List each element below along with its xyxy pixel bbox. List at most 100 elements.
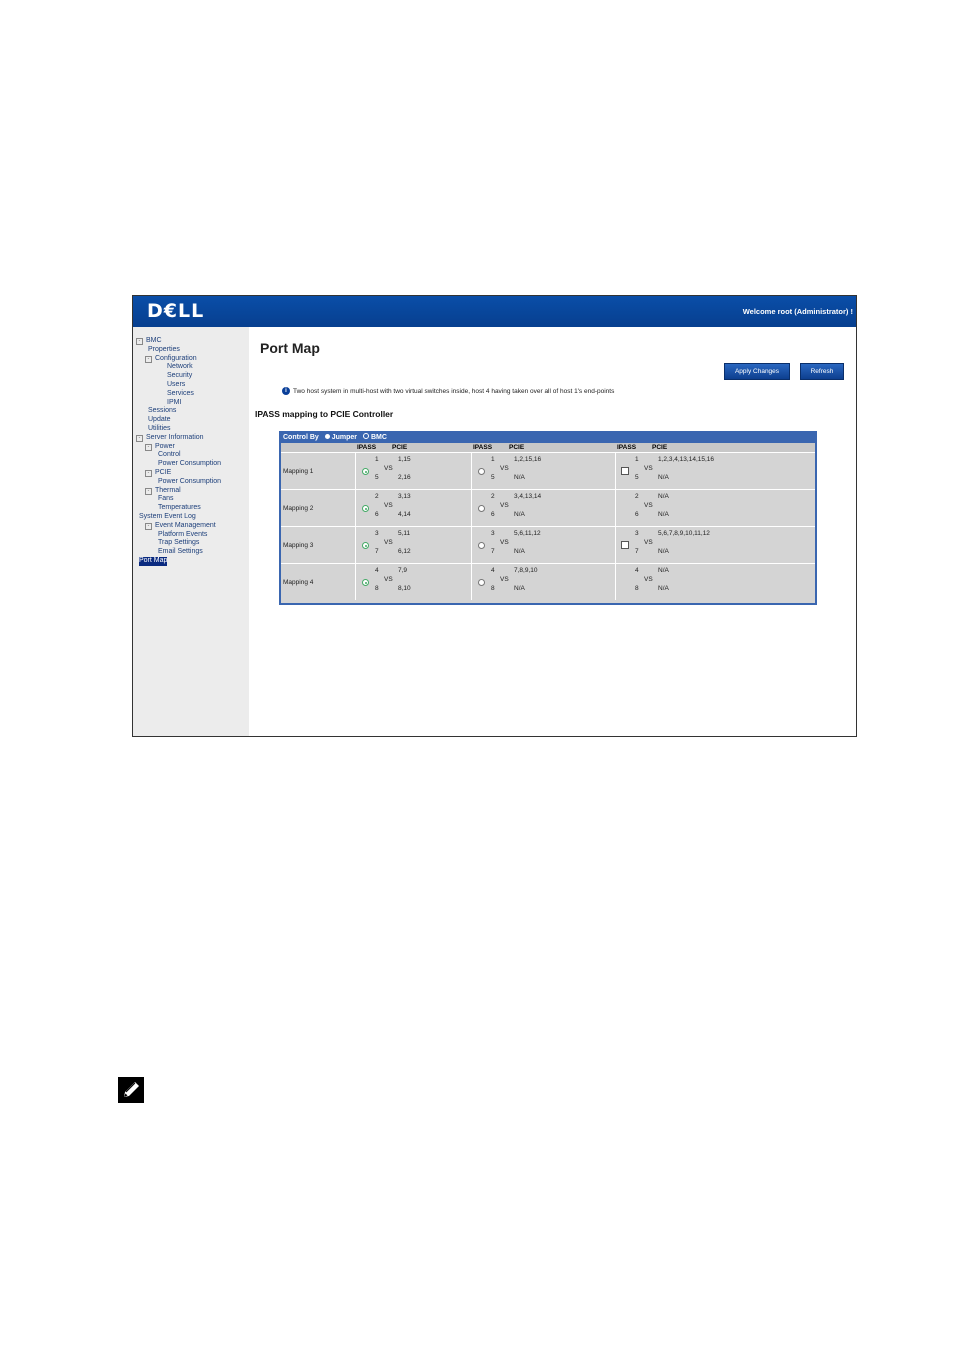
control-by-bar: Control By Jumper BMC — [281, 433, 815, 443]
control-by-label: Control By — [283, 434, 319, 441]
sidebar: - BMC Properties - Configuration Network Secur… — [133, 327, 249, 736]
ipass-value: 1 — [491, 456, 495, 463]
apply-changes-button[interactable]: Apply Changes — [724, 363, 790, 380]
tree-collapse-icon[interactable]: - — [136, 434, 143, 442]
tree-collapse-icon[interactable]: - — [145, 355, 152, 363]
mapping-radio[interactable] — [362, 579, 369, 586]
sidebar-item-label: System Event Log — [139, 512, 196, 520]
tree-collapse-icon[interactable]: - — [145, 522, 152, 530]
mapping-cell: 2 3,4,13,14 VS 6 N/A — [471, 490, 588, 526]
refresh-button[interactable]: Refresh — [800, 363, 844, 380]
mapping-cell: 2 N/A VS 6 N/A — [615, 490, 816, 526]
info-text: Two host system in multi-host with two v… — [293, 387, 615, 395]
pencil-note-icon — [118, 1077, 144, 1103]
ipass-value: 7 — [491, 548, 495, 555]
pcie-value: N/A — [514, 511, 525, 518]
tree-collapse-icon[interactable]: - — [145, 469, 152, 477]
sidebar-item-label: Server Information — [146, 433, 204, 441]
ipass-value: 3 — [375, 530, 379, 537]
sidebar-item-label: Users — [167, 380, 186, 388]
pcie-value: N/A — [514, 474, 525, 481]
mapping-radio[interactable] — [478, 579, 485, 586]
mapping-cell: 1 1,15 VS 5 2,16 — [355, 453, 472, 489]
mapping-label: Mapping 3 — [283, 542, 314, 549]
vs-label: VS — [500, 502, 509, 509]
sidebar-item-label: BMC — [146, 337, 162, 344]
mapping-checkbox[interactable] — [621, 541, 629, 549]
sidebar-item-label: PCIE — [155, 468, 172, 476]
jumper-label: Jumper — [331, 434, 358, 441]
col-pcie-1: PCIE — [392, 444, 408, 451]
mapping-cell: 3 5,6,7,8,9,10,11,12 VS 7 N/A — [615, 527, 816, 563]
ipass-value: 3 — [491, 530, 495, 537]
mapping-cell: 3 5,11 VS 7 6,12 — [355, 527, 472, 563]
pcie-value: N/A — [658, 493, 669, 500]
tree-collapse-icon[interactable]: - — [136, 338, 143, 345]
mapping-cell: 1 1,2,15,16 VS 5 N/A — [471, 453, 588, 489]
pcie-value: 7,9 — [398, 567, 408, 574]
sidebar-item-label: Network — [167, 363, 193, 371]
tree-collapse-icon[interactable]: - — [145, 443, 152, 451]
pcie-value: 2,16 — [398, 474, 411, 481]
pcie-value: N/A — [658, 511, 669, 518]
dell-logo: D€LL — [147, 300, 205, 322]
pcie-value: 1,2,15,16 — [514, 456, 542, 463]
pcie-value: 4,14 — [398, 511, 411, 518]
sidebar-item-label: Configuration — [155, 354, 197, 362]
vs-label: VS — [384, 502, 393, 509]
ipass-value: 4 — [635, 567, 639, 574]
pcie-value: N/A — [658, 585, 669, 592]
pcie-value: N/A — [514, 548, 525, 555]
vs-label: VS — [644, 502, 653, 509]
bmc-label: BMC — [370, 434, 387, 441]
mapping-label: Mapping 1 — [283, 468, 314, 475]
table-row: Mapping 4 4 7,9 VS 8 8,10 4 7,8,9,10 VS 8 N/A 4 N/A V… — [281, 563, 815, 601]
ipass-value: 6 — [635, 511, 639, 518]
pcie-value: N/A — [658, 548, 669, 555]
vs-label: VS — [500, 465, 509, 472]
mapping-radio[interactable] — [362, 468, 369, 475]
mapping-radio[interactable] — [478, 468, 485, 475]
sidebar-item-label: Power Consumption — [158, 460, 222, 468]
sidebar-item-label: Trap Settings — [158, 539, 200, 547]
info-message: i Two host system in multi-host with two… — [282, 387, 614, 395]
sidebar-item-label: Properties — [148, 345, 180, 353]
mapping-radio[interactable] — [478, 505, 485, 512]
ipass-value: 7 — [635, 548, 639, 555]
pcie-value: 1,15 — [398, 456, 411, 463]
table-row: Mapping 3 3 5,11 VS 7 6,12 3 5,6,11,12 VS 7 N/A 3 5,… — [281, 526, 815, 564]
ipass-value: 8 — [491, 585, 495, 592]
pcie-value: N/A — [658, 474, 669, 481]
col-pcie-3: PCIE — [652, 444, 668, 451]
vs-label: VS — [500, 576, 509, 583]
col-ipass-1: IPASS — [357, 444, 377, 451]
mapping-radio[interactable] — [478, 542, 485, 549]
page-title: Port Map — [260, 340, 320, 356]
mapping-radio[interactable] — [362, 542, 369, 549]
mapping-radio[interactable] — [362, 505, 369, 512]
mapping-cell: 3 5,6,11,12 VS 7 N/A — [471, 527, 588, 563]
vs-label: VS — [644, 576, 653, 583]
header-banner: D€LL Welcome root (Administrator) ! — [133, 296, 856, 327]
pcie-value: 8,10 — [398, 585, 411, 592]
mapping-checkbox[interactable] — [621, 467, 629, 475]
sidebar-item-label: Email Settings — [158, 548, 203, 556]
pcie-value: 7,8,9,10 — [514, 567, 538, 574]
pcie-value: 5,6,11,12 — [514, 530, 541, 537]
sidebar-item-label: Power — [155, 442, 175, 450]
tree-collapse-icon[interactable]: - — [145, 487, 152, 495]
ipass-value: 7 — [375, 548, 379, 555]
sidebar-item-label: Services — [167, 389, 194, 397]
mapping-cell: 4 7,8,9,10 VS 8 N/A — [471, 564, 588, 600]
pcie-value: N/A — [514, 585, 525, 592]
sidebar-item-label: Temperatures — [158, 504, 201, 512]
ipass-value: 8 — [635, 585, 639, 592]
jumper-radio[interactable] — [324, 434, 330, 439]
bmc-radio[interactable] — [362, 433, 369, 439]
ipass-value: 4 — [375, 567, 379, 574]
ipass-value: 2 — [635, 493, 639, 500]
pcie-value: N/A — [658, 567, 669, 574]
sidebar-item-label: Sessions — [148, 407, 177, 415]
table-row: Mapping 2 2 3,13 VS 6 4,14 2 3,4,13,14 VS 6 N/A 2 N/… — [281, 489, 815, 527]
sidebar-item-label: Power Consumption — [158, 477, 222, 485]
